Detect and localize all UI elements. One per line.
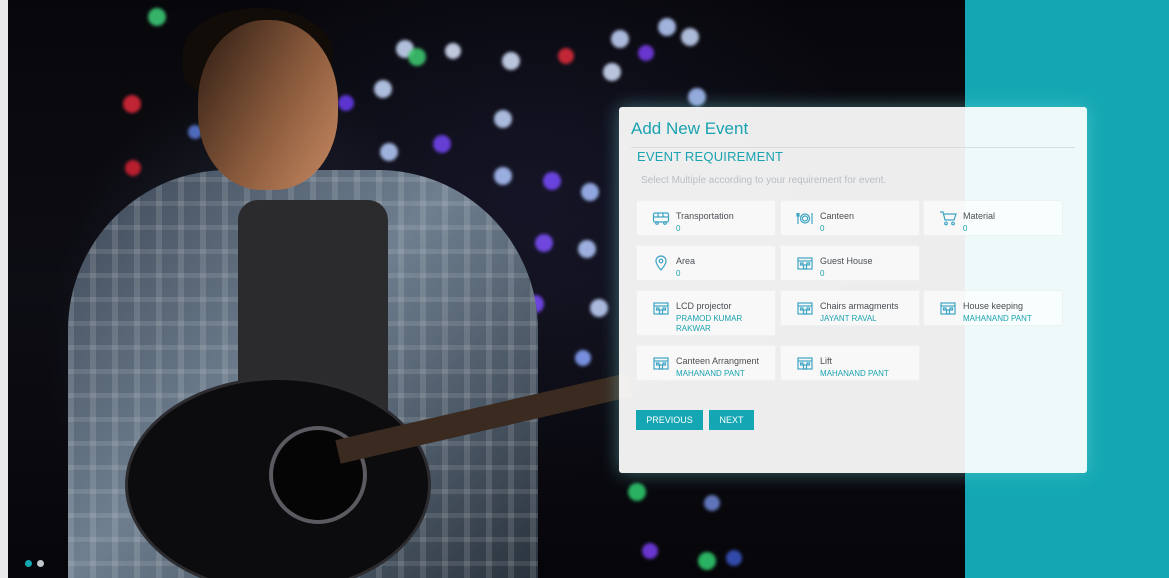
requirement-value: MAHANAND PANT [820,369,889,378]
requirement-value: JAYANT RAVAL [820,314,877,323]
cart-icon [939,209,957,227]
panel-title: Add New Event [631,119,749,138]
requirement-label: Canteen [820,211,855,221]
requirement-label: House keeping [963,301,1024,311]
requirement-card-material[interactable]: Material 0 [923,200,1063,236]
requirement-label: Area [676,256,696,266]
requirement-label: Transportation [676,211,734,221]
requirement-value: 0 [676,269,681,278]
requirement-label: Lift [820,356,833,366]
page-edge [0,0,8,578]
requirement-value: 0 [820,269,825,278]
previous-button[interactable]: PREVIOUS [636,410,703,430]
requirement-card-lcd-projector[interactable]: LCD projector PRAMOD KUMAR RAKWAR [636,290,776,336]
requirement-card-house-keeping[interactable]: House keeping MAHANAND PANT [923,290,1063,326]
requirement-value: MAHANAND PANT [676,369,745,378]
requirement-card-canteen[interactable]: Canteen 0 [780,200,920,236]
requirement-label: Material [963,211,996,221]
requirement-card-area[interactable]: Area 0 [636,245,776,281]
slider-dot-2[interactable] [37,560,44,567]
requirement-card-canteen-arrangment[interactable]: Canteen Arrangment MAHANAND PANT [636,345,776,381]
building-icon [652,354,670,372]
requirement-label: LCD projector [676,301,732,311]
requirement-value: 0 [676,224,681,233]
requirement-label: Canteen Arrangment [676,356,760,366]
location-pin-icon [652,254,670,272]
dining-icon [796,209,814,227]
requirement-value: 0 [820,224,825,233]
add-event-panel: Add New Event EVENT REQUIREMENT Select M… [619,107,1087,473]
building-icon [652,299,670,317]
requirement-value: PRAMOD KUMAR RAKWAR [676,314,743,333]
building-icon [939,299,957,317]
title-divider [631,147,1075,148]
slider-pagination [25,560,44,567]
slider-dot-1[interactable] [25,560,32,567]
requirement-value: MAHANAND PANT [963,314,1032,323]
requirement-value: 0 [963,224,968,233]
building-icon [796,254,814,272]
bus-icon [652,209,670,227]
building-icon [796,354,814,372]
requirement-label: Chairs armagments [820,301,899,311]
requirement-card-guest-house[interactable]: Guest House 0 [780,245,920,281]
next-button[interactable]: NEXT [709,410,754,430]
building-icon [796,299,814,317]
requirement-card-transportation[interactable]: Transportation 0 [636,200,776,236]
requirement-card-chairs[interactable]: Chairs armagments JAYANT RAVAL [780,290,920,326]
instruction-text: Select Multiple according to your requir… [641,175,887,186]
section-title: EVENT REQUIREMENT [637,149,784,164]
requirement-label: Guest House [820,256,873,266]
requirement-card-lift[interactable]: Lift MAHANAND PANT [780,345,920,381]
